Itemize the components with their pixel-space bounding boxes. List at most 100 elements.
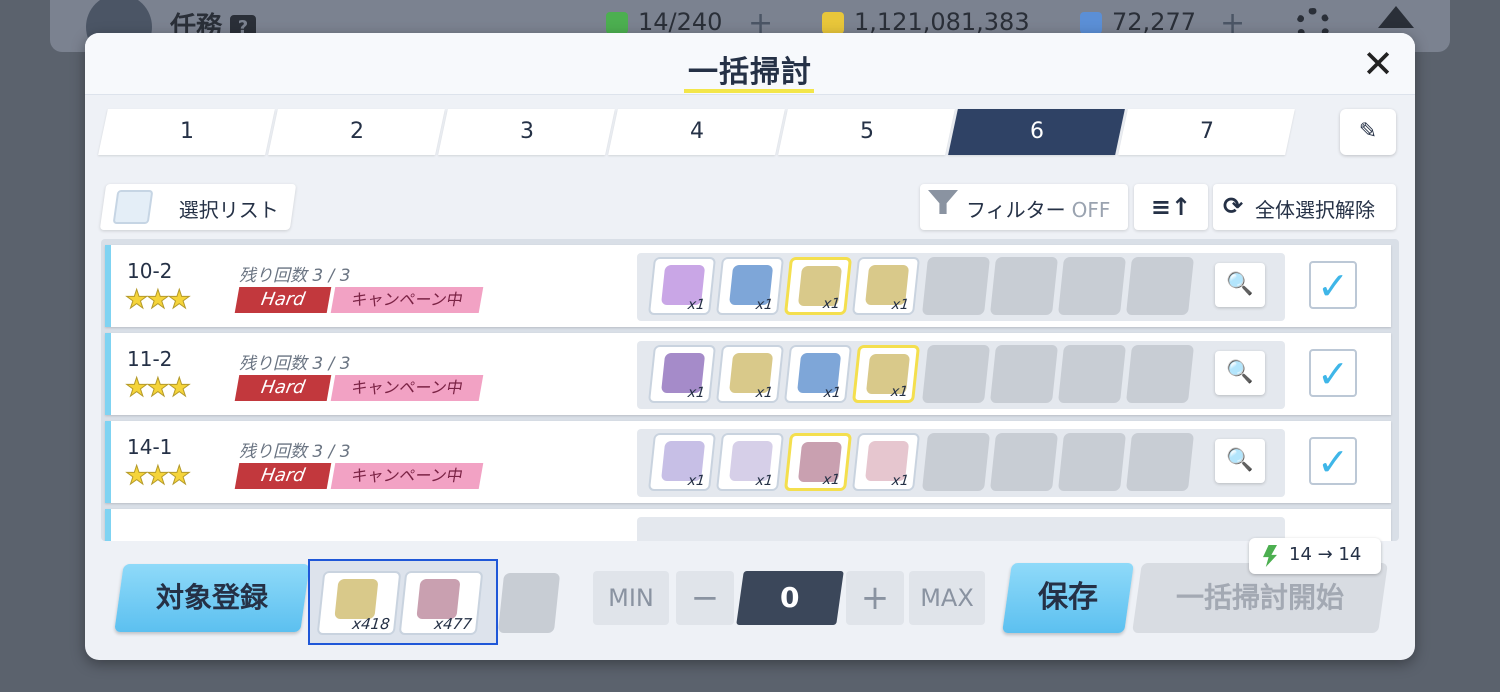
- sort-button[interactable]: ≡↑: [1134, 184, 1208, 230]
- stage-id: 10-2: [127, 259, 173, 283]
- sweep-count-value: 0: [780, 581, 800, 614]
- register-target-button[interactable]: 対象登録: [114, 564, 310, 632]
- title-underline: [684, 89, 814, 93]
- select-list-checkbox[interactable]: [112, 190, 154, 224]
- ap-change: 14 → 14: [1289, 544, 1362, 565]
- drop-item[interactable]: x1: [647, 433, 717, 491]
- empty-slot: [1125, 345, 1195, 403]
- dialog-header: 一括掃討 ✕: [85, 33, 1415, 95]
- empty-slot: [1057, 345, 1127, 403]
- ap-value: 14/240: [638, 8, 723, 36]
- pencil-icon[interactable]: ✎: [1340, 109, 1396, 155]
- search-icon[interactable]: 🔍: [1215, 263, 1265, 307]
- home-icon[interactable]: [1378, 6, 1414, 28]
- ap-icon: [1263, 545, 1277, 567]
- sweep-count: 0: [736, 571, 844, 625]
- select-list-toggle[interactable]: 選択リスト: [99, 184, 297, 230]
- drop-item[interactable]: x1: [715, 433, 785, 491]
- stage-list[interactable]: 10-2 ★★★ 残り回数 3 / 3 Hard キャンペーン中 x1 x1 x…: [101, 239, 1399, 541]
- drop-qty: x1: [754, 297, 774, 313]
- empty-slot: [989, 433, 1059, 491]
- drop-item[interactable]: x1: [783, 345, 853, 403]
- drop-item[interactable]: x1: [851, 257, 921, 315]
- search-icon[interactable]: 🔍: [1215, 351, 1265, 395]
- tab-1[interactable]: 1: [98, 109, 275, 155]
- gem-counter: 72,277: [1080, 8, 1196, 36]
- star-rating: ★★★: [125, 373, 192, 404]
- drop-qty: x1: [890, 473, 910, 489]
- drop-item[interactable]: x1: [647, 257, 717, 315]
- save-label: 保存: [1038, 580, 1098, 615]
- stage-row[interactable]: 10-2 ★★★ 残り回数 3 / 3 Hard キャンペーン中 x1 x1 x…: [105, 245, 1391, 327]
- filter-button[interactable]: フィルター OFF: [920, 184, 1128, 230]
- preset-tabs: 1 2 3 4 5 6 7: [98, 109, 1295, 155]
- empty-slot: [921, 345, 991, 403]
- drop-qty: x1: [754, 473, 774, 489]
- tab-label: 3: [519, 119, 534, 144]
- drop-qty: x1: [822, 296, 841, 312]
- empty-target-slot: [497, 573, 561, 633]
- drop-qty: x1: [890, 384, 909, 400]
- tab-2[interactable]: 2: [268, 109, 445, 155]
- empty-slot: [1057, 433, 1127, 491]
- tab-7[interactable]: 7: [1118, 109, 1295, 155]
- tab-label: 2: [349, 119, 364, 144]
- empty-slot: [921, 433, 991, 491]
- drop-item[interactable]: x1: [715, 257, 785, 315]
- credit-icon: [822, 12, 844, 34]
- filter-state: OFF: [1071, 198, 1111, 222]
- campaign-badge: キャンペーン中: [330, 287, 484, 313]
- select-list-label: 選択リスト: [178, 198, 279, 222]
- filter-icon: [928, 190, 958, 214]
- drop-item[interactable]: x1: [783, 257, 853, 315]
- stage-checkbox[interactable]: ✓: [1309, 261, 1357, 309]
- difficulty-badge: Hard: [234, 375, 332, 401]
- tab-3[interactable]: 3: [438, 109, 615, 155]
- refresh-icon: ⟳: [1223, 192, 1244, 220]
- tab-5[interactable]: 5: [778, 109, 955, 155]
- campaign-badge: キャンペーン中: [330, 463, 484, 489]
- stage-row[interactable]: 14-1 ★★★ 残り回数 3 / 3 Hard キャンペーン中 x1 x1 x…: [105, 421, 1391, 503]
- search-icon[interactable]: 🔍: [1215, 439, 1265, 483]
- tab-label: 5: [859, 119, 874, 144]
- campaign-badge: キャンペーン中: [330, 375, 484, 401]
- stage-row[interactable]: [105, 509, 1391, 541]
- drop-item[interactable]: x1: [783, 433, 853, 491]
- tab-6[interactable]: 6: [948, 109, 1125, 155]
- target-items: x418 x477: [308, 559, 498, 645]
- tab-label: 6: [1029, 119, 1044, 144]
- drop-item[interactable]: x1: [851, 345, 921, 403]
- ap-icon: [606, 12, 628, 34]
- stage-row[interactable]: 11-2 ★★★ 残り回数 3 / 3 Hard キャンペーン中 x1 x1 x…: [105, 333, 1391, 415]
- credit-value: 1,121,081,383: [854, 8, 1030, 36]
- empty-slot: [1125, 433, 1195, 491]
- stage-checkbox[interactable]: ✓: [1309, 437, 1357, 485]
- close-button[interactable]: ✕: [1359, 45, 1397, 83]
- decrement-button[interactable]: −: [676, 571, 734, 625]
- drop-qty: x1: [686, 297, 706, 313]
- drop-items: x1 x1 x1 x1: [637, 341, 1285, 409]
- tab-label: 1: [179, 119, 194, 144]
- tab-4[interactable]: 4: [608, 109, 785, 155]
- empty-slot: [989, 257, 1059, 315]
- target-item[interactable]: x418: [316, 571, 402, 635]
- increment-button[interactable]: +: [846, 571, 904, 625]
- register-target-label: 対象登録: [155, 581, 268, 614]
- stage-checkbox[interactable]: ✓: [1309, 349, 1357, 397]
- drop-qty: x1: [686, 473, 706, 489]
- drop-items: [637, 517, 1285, 541]
- drop-qty: x1: [822, 385, 842, 401]
- min-button[interactable]: MIN: [593, 571, 669, 625]
- stage-id: 11-2: [127, 347, 173, 371]
- drop-item[interactable]: x1: [715, 345, 785, 403]
- drop-item[interactable]: x1: [851, 433, 921, 491]
- deselect-all-button[interactable]: ⟳ 全体選択解除: [1213, 184, 1396, 230]
- gear-part-icon: [416, 579, 461, 619]
- tab-label: 7: [1199, 119, 1214, 144]
- drop-items: x1 x1 x1 x1: [637, 253, 1285, 321]
- drop-qty: x1: [754, 385, 774, 401]
- max-button[interactable]: MAX: [909, 571, 985, 625]
- drop-item[interactable]: x1: [647, 345, 717, 403]
- save-button[interactable]: 保存: [1002, 563, 1134, 633]
- target-item[interactable]: x477: [398, 571, 484, 635]
